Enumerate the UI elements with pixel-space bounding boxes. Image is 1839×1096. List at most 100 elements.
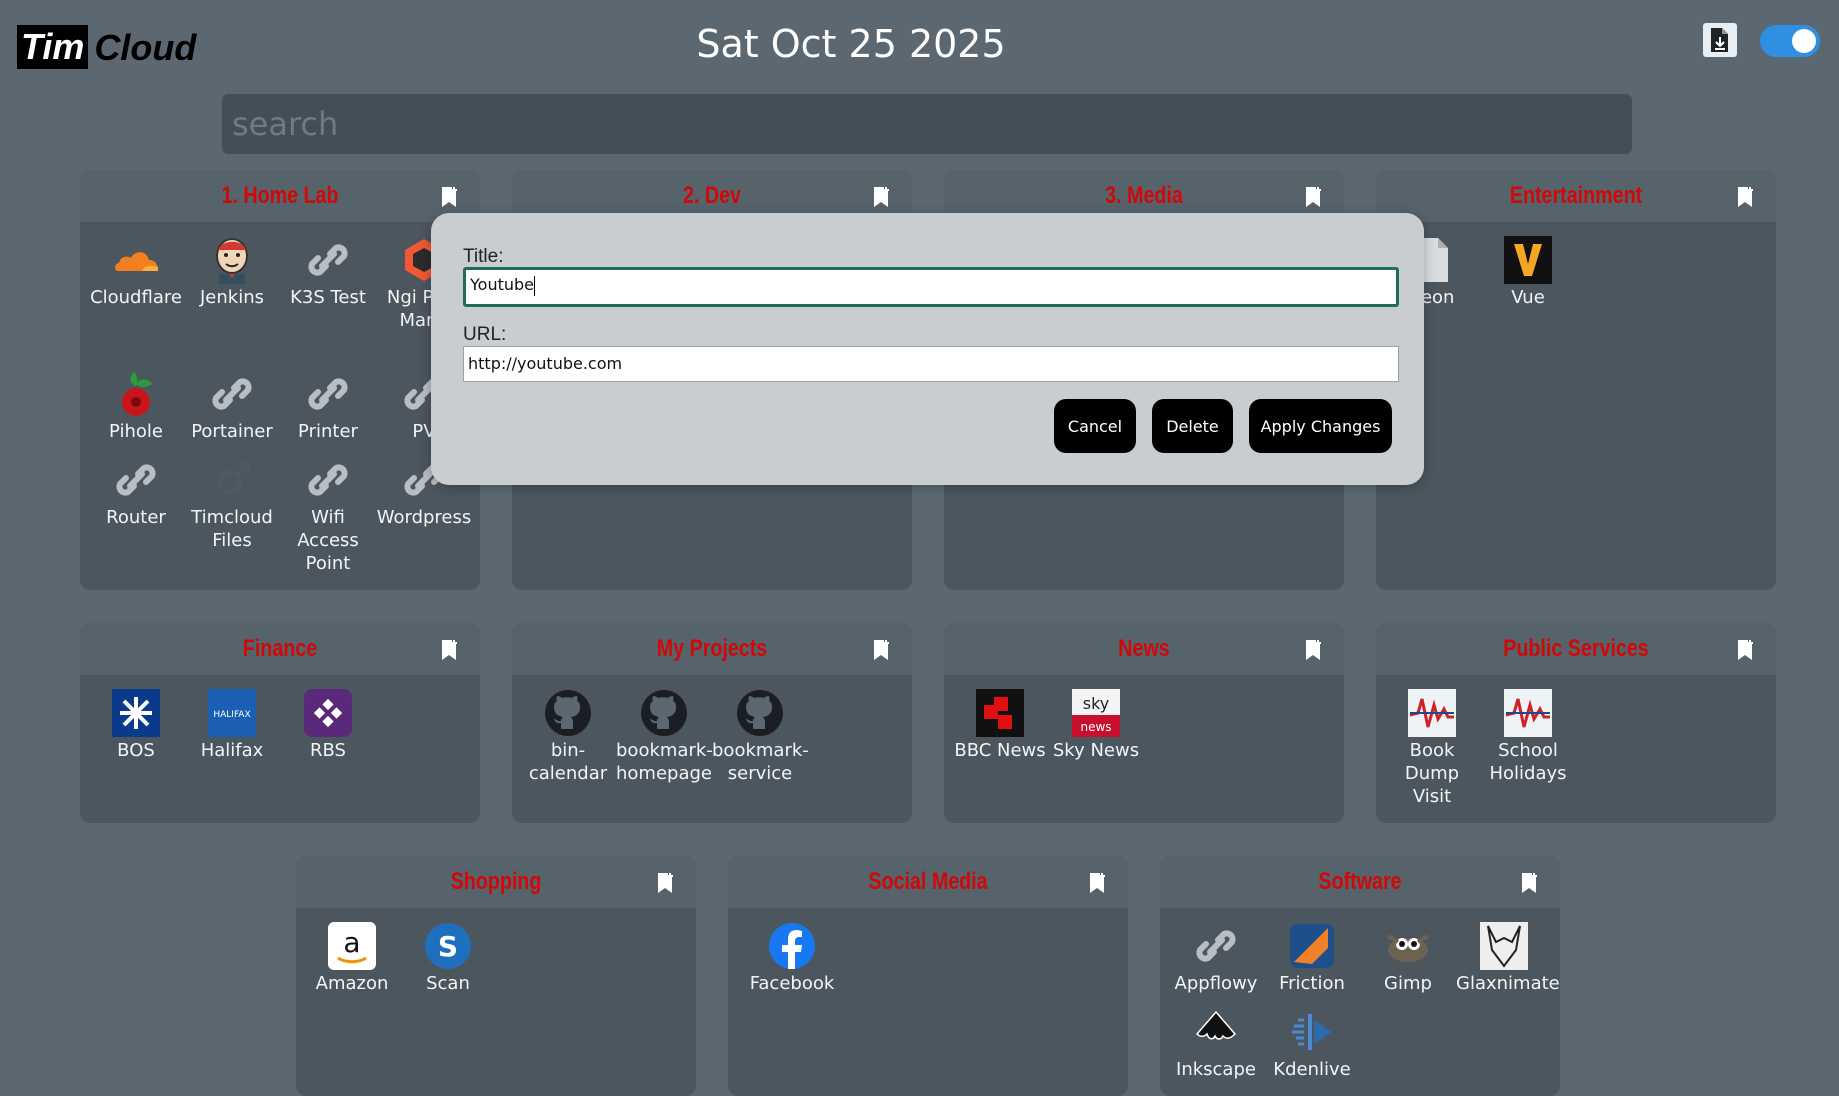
title-label: Title: <box>463 246 504 267</box>
card-entertainment: Entertainment deon Vue <box>1376 170 1776 590</box>
card-news: News BBC News sky news Sky News <box>944 623 1344 823</box>
cancel-button[interactable]: Cancel <box>1054 399 1136 453</box>
delete-button[interactable]: Delete <box>1152 399 1233 453</box>
github-icon <box>737 690 783 736</box>
link-bin-calendar[interactable]: bin-calendar <box>520 689 616 785</box>
card-title: My Projects <box>656 635 768 662</box>
add-bookmark-icon[interactable] <box>1736 639 1754 661</box>
add-bookmark-icon[interactable] <box>1304 186 1322 208</box>
friction-icon <box>1290 924 1334 968</box>
link-inkscape[interactable]: Inkscape <box>1168 1008 1264 1081</box>
bos-icon <box>112 689 160 737</box>
link-chain-icon <box>116 464 156 496</box>
link-gimp[interactable]: Gimp <box>1360 922 1456 995</box>
kdenlive-icon <box>1292 1014 1332 1050</box>
url-input[interactable]: http://youtube.com <box>463 346 1399 382</box>
link-halifax[interactable]: HALIFAX Halifax <box>184 689 280 762</box>
link-school-holidays[interactable]: School Holidays <box>1480 689 1576 785</box>
link-portainer[interactable]: Portainer <box>184 370 280 443</box>
theme-toggle[interactable] <box>1760 25 1820 57</box>
add-bookmark-icon[interactable] <box>656 872 674 894</box>
link-bookmark-homepage[interactable]: bookmark-homepage <box>616 689 713 785</box>
link-chain-icon <box>308 378 348 410</box>
nextcloud-icon <box>217 462 250 495</box>
card-software: Software Appflowy Friction Gimp Glaxnima… <box>1160 856 1560 1096</box>
current-date: Sat Oct 25 2025 <box>696 22 1006 66</box>
add-bookmark-icon[interactable] <box>1088 872 1106 894</box>
add-bookmark-icon[interactable] <box>440 186 458 208</box>
link-chain-icon <box>308 244 348 276</box>
card-shopping: Shopping a Amazon S Scan <box>296 856 696 1096</box>
link-wifi-access-point[interactable]: Wifi Access Point <box>280 456 376 575</box>
add-bookmark-icon[interactable] <box>1736 186 1754 208</box>
add-bookmark-icon[interactable] <box>872 639 890 661</box>
inkscape-icon <box>1195 1010 1237 1040</box>
link-rbs[interactable]: RBS <box>280 689 376 762</box>
card-title: 1. Home Lab <box>221 182 339 209</box>
scan-icon: S <box>425 923 471 969</box>
title-input[interactable]: Youtube <box>463 267 1399 307</box>
amazon-icon: a <box>328 922 376 970</box>
export-bookmarks-button[interactable] <box>1703 23 1737 57</box>
card-my-projects: My Projects bin-calendar bookmark-homepa… <box>512 623 912 823</box>
link-timcloud-files[interactable]: Timcloud Files <box>184 456 280 552</box>
title-input-value: Youtube <box>470 275 534 294</box>
link-chain-icon <box>308 464 348 496</box>
svg-text:sky: sky <box>1083 694 1110 713</box>
card-social-media: Social Media Facebook <box>728 856 1128 1096</box>
link-amazon[interactable]: a Amazon <box>304 922 400 995</box>
svg-text:a: a <box>343 926 360 959</box>
card-title: Finance <box>242 635 318 662</box>
file-export-icon <box>1711 28 1728 52</box>
link-bos[interactable]: BOS <box>88 689 184 762</box>
link-facebook[interactable]: Facebook <box>736 922 848 995</box>
jenkins-icon <box>216 238 248 284</box>
link-pihole[interactable]: Pihole <box>88 370 184 443</box>
halifax-icon: HALIFAX <box>208 689 256 737</box>
cloudflare-icon <box>115 252 158 271</box>
council-icon <box>1504 689 1552 737</box>
add-bookmark-icon[interactable] <box>872 186 890 208</box>
edit-bookmark-dialog: Title: Youtube URL: http://youtube.com C… <box>431 213 1424 485</box>
card-finance: Finance BOS HALIFAX Halifax RBS <box>80 623 480 823</box>
url-label: URL: <box>463 324 507 345</box>
card-title: Software <box>1318 868 1402 895</box>
sky-news-icon: sky news <box>1072 689 1120 737</box>
vue-cinema-icon <box>1504 236 1552 284</box>
link-friction[interactable]: Friction <box>1264 922 1360 995</box>
card-title: Entertainment <box>1509 182 1643 209</box>
gimp-icon <box>1386 934 1430 962</box>
link-kdenlive[interactable]: Kdenlive <box>1264 1008 1360 1081</box>
link-printer[interactable]: Printer <box>280 370 376 443</box>
svg-text:news: news <box>1080 720 1111 734</box>
link-bookmark-service[interactable]: bookmark-service <box>712 689 809 785</box>
card-title: Public Services <box>1503 635 1649 662</box>
add-bookmark-icon[interactable] <box>1304 639 1322 661</box>
link-scan[interactable]: S Scan <box>400 922 496 995</box>
card-title: News <box>1118 635 1170 662</box>
link-k3s-test[interactable]: K3S Test <box>280 236 376 309</box>
svg-text:S: S <box>438 930 458 963</box>
link-appflowy[interactable]: Appflowy <box>1168 922 1264 995</box>
link-jenkins[interactable]: Jenkins <box>184 236 280 309</box>
facebook-icon <box>769 923 815 969</box>
link-router[interactable]: Router <box>88 456 184 529</box>
card-home-lab: 1. Home Lab Cloudflare Jenkins K3S Test … <box>80 170 480 590</box>
link-book-dump-visit[interactable]: Book Dump Visit <box>1384 689 1480 808</box>
bbc-news-icon <box>976 689 1024 737</box>
glaxnimate-icon <box>1480 922 1528 970</box>
link-bbc-news[interactable]: BBC News <box>952 689 1048 762</box>
url-input-value: http://youtube.com <box>468 354 623 373</box>
link-cloudflare[interactable]: Cloudflare <box>88 236 184 309</box>
search-input[interactable] <box>222 94 1632 154</box>
council-icon <box>1408 689 1456 737</box>
add-bookmark-icon[interactable] <box>1520 872 1538 894</box>
link-vue[interactable]: Vue <box>1480 236 1576 309</box>
link-chain-icon <box>1196 930 1236 962</box>
pihole-icon <box>122 372 152 416</box>
add-bookmark-icon[interactable] <box>440 639 458 661</box>
link-sky-news[interactable]: sky news Sky News <box>1048 689 1144 762</box>
apply-changes-button[interactable]: Apply Changes <box>1249 399 1392 453</box>
github-icon <box>545 690 591 736</box>
link-glaxnimate[interactable]: Glaxnimate <box>1456 922 1560 995</box>
